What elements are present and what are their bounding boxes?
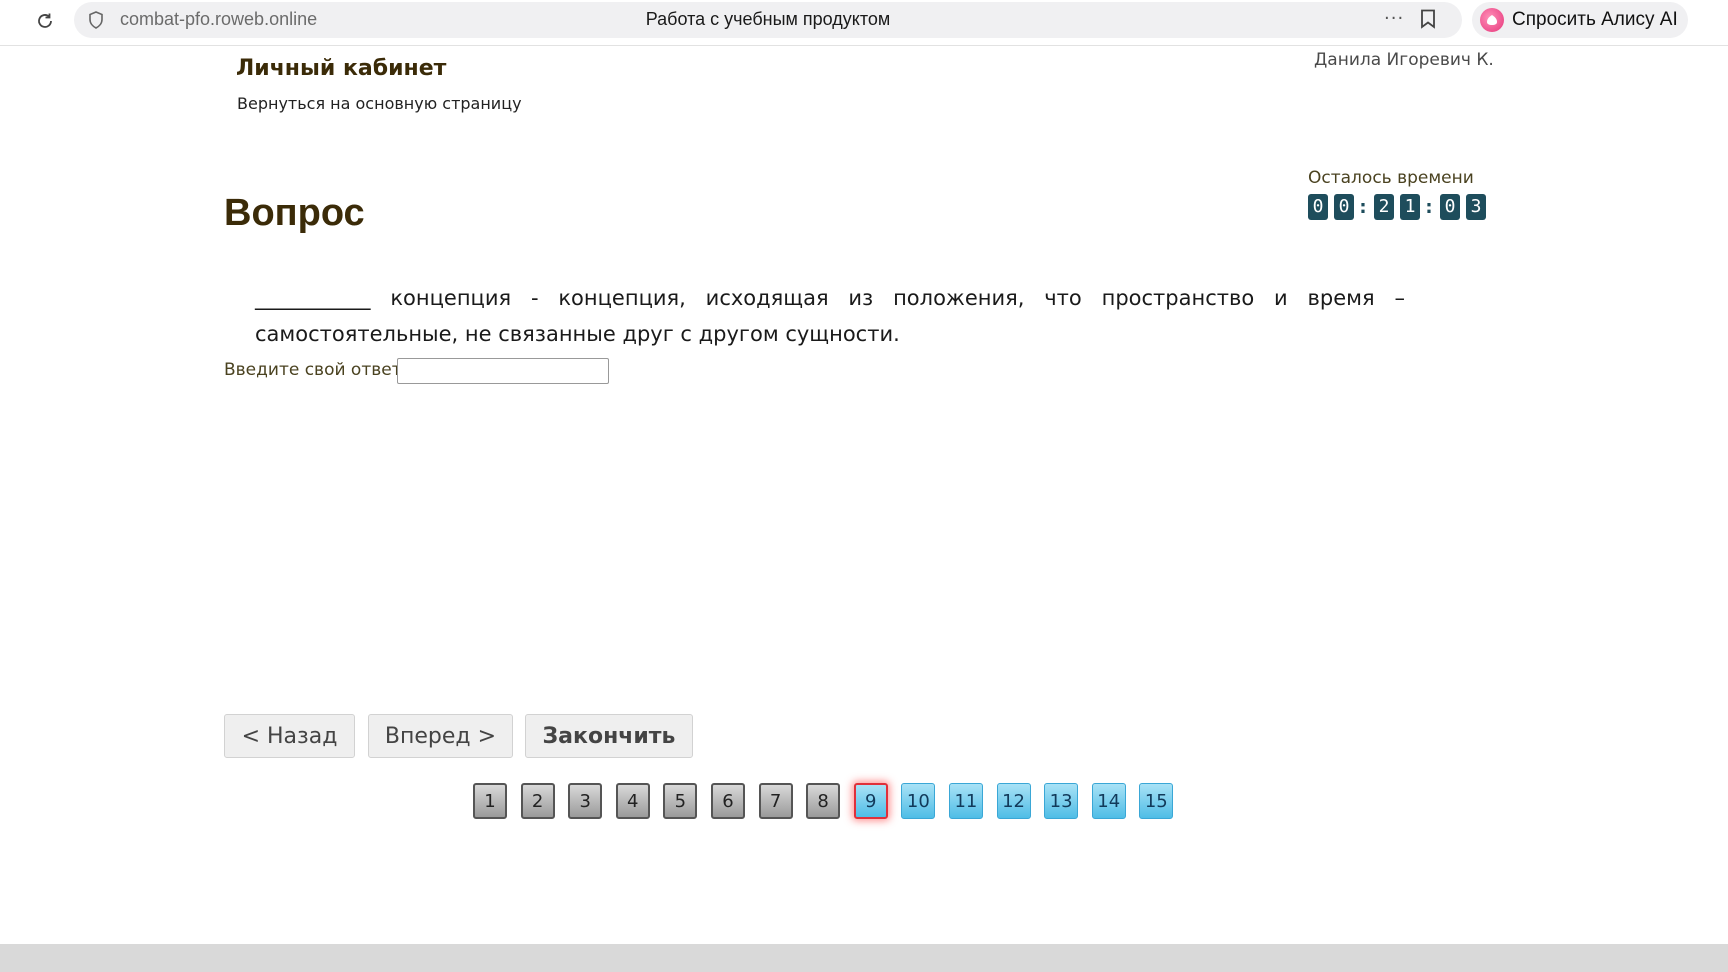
timer-digit: 0 [1308, 194, 1328, 220]
ask-alice-button[interactable]: Спросить Алису AI [1472, 2, 1688, 38]
finish-button[interactable]: Закончить [525, 714, 693, 758]
timer-digit: 2 [1374, 194, 1394, 220]
question-page-button[interactable]: 7 [758, 783, 793, 819]
alice-icon [1480, 8, 1504, 32]
question-page-button[interactable]: 1 [473, 783, 507, 819]
browser-toolbar: combat-pfo.roweb.online Работа с учебным… [0, 0, 1728, 46]
question-page-button[interactable]: 8 [806, 783, 841, 819]
bookmark-icon[interactable] [1420, 9, 1436, 33]
question-pager: 1 2 3 4 5 6 7 8 9 10 11 12 13 14 15 [473, 783, 1187, 819]
question-page-button[interactable]: 2 [520, 783, 555, 819]
answer-input[interactable] [397, 358, 609, 384]
question-page-button[interactable]: 5 [663, 783, 698, 819]
more-options-icon[interactable]: ··· [1384, 8, 1404, 29]
ask-alice-label: Спросить Алису AI [1512, 9, 1678, 30]
cabinet-title: Личный кабинет [236, 56, 447, 81]
timer-digit: 0 [1440, 194, 1460, 220]
reload-button[interactable] [30, 6, 60, 36]
question-page-button[interactable]: 10 [901, 783, 936, 819]
question-page-button[interactable]: 4 [615, 783, 650, 819]
url-text: combat-pfo.roweb.online [120, 9, 318, 29]
timer-digit: 3 [1466, 194, 1486, 220]
countdown-timer: 0 0 : 2 1 : 0 3 [1308, 194, 1492, 220]
back-to-main-link[interactable]: Вернуться на основную страницу [237, 94, 522, 113]
question-text: ___________ концепция - концепция, исход… [255, 286, 1405, 346]
question-page-button[interactable]: 11 [948, 783, 983, 819]
forward-button[interactable]: Вперед > [368, 714, 513, 758]
timer-separator: : [1425, 196, 1433, 218]
timer-digit: 1 [1400, 194, 1420, 220]
question-page-button[interactable]: 14 [1091, 783, 1126, 819]
timer-separator: : [1359, 196, 1367, 218]
question-page-button[interactable]: 13 [1044, 783, 1079, 819]
page-bottom-strip [0, 944, 1728, 972]
question-page-button[interactable]: 15 [1139, 783, 1174, 819]
time-remaining-label: Осталось времени [1308, 168, 1474, 188]
question-page-button[interactable]: 6 [710, 783, 745, 819]
question-page-button[interactable]: 12 [996, 783, 1031, 819]
question-heading: Вопрос [224, 192, 365, 234]
user-name: Данила Игоревич К. [1314, 50, 1494, 70]
back-button[interactable]: < Назад [224, 714, 355, 758]
reload-icon [38, 13, 52, 28]
question-page-button[interactable]: 3 [568, 783, 603, 819]
timer-digit: 0 [1334, 194, 1354, 220]
question-page-button-current[interactable]: 9 [853, 783, 888, 819]
address-bar[interactable]: combat-pfo.roweb.online Работа с учебным… [74, 2, 1462, 38]
shield-icon [89, 11, 103, 29]
answer-label: Введите свой ответ [224, 360, 402, 380]
